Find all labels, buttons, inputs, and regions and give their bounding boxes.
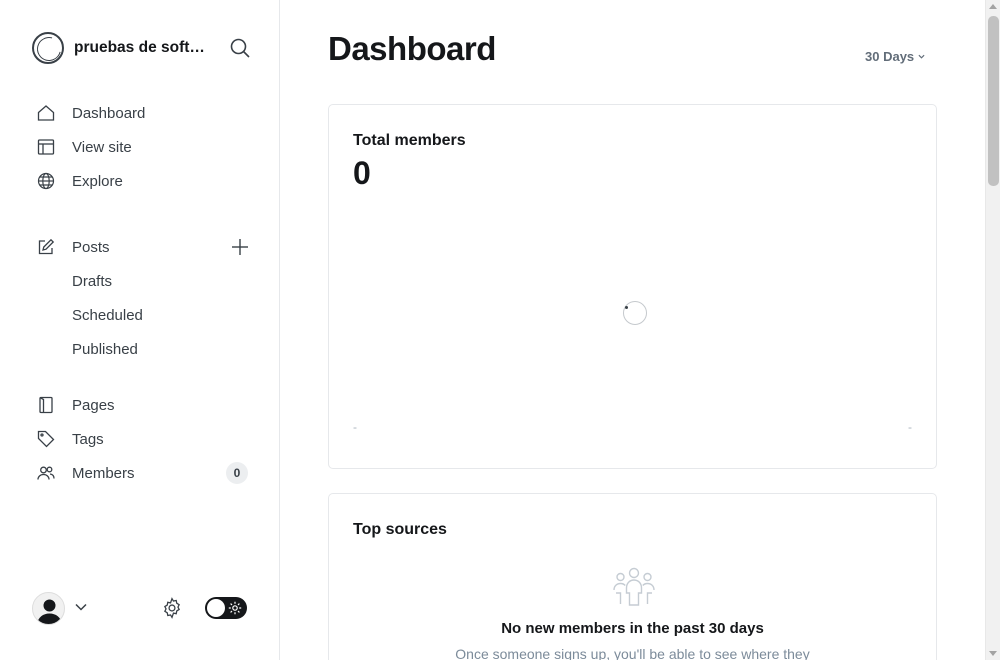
sidebar: pruebas de software Dashboard View site … xyxy=(0,0,280,660)
nav-label: Published xyxy=(72,340,138,358)
secondary-nav: Pages Tags Members 0 xyxy=(32,388,252,490)
posts-nav: Posts Drafts Scheduled Published xyxy=(32,230,252,366)
main-content: Dashboard 30 Days Total members 0 - - To… xyxy=(280,0,985,660)
nav-item-explore[interactable]: Explore xyxy=(32,164,252,198)
page-title: Dashboard xyxy=(328,30,496,67)
toggle-knob xyxy=(207,599,225,617)
nav-item-drafts[interactable]: Drafts xyxy=(32,264,252,298)
nav-item-published[interactable]: Published xyxy=(32,332,252,366)
chart-axis-start: - xyxy=(353,420,357,434)
primary-nav: Dashboard View site Explore xyxy=(32,96,252,198)
nav-item-pages[interactable]: Pages xyxy=(32,388,252,422)
loading-spinner xyxy=(623,301,647,325)
nav-label: Posts xyxy=(72,238,110,256)
scroll-thumb[interactable] xyxy=(988,16,999,186)
total-members-card: Total members 0 - - xyxy=(328,104,937,469)
members-count-badge: 0 xyxy=(226,462,248,484)
sun-icon xyxy=(228,601,242,615)
nav-item-members[interactable]: Members 0 xyxy=(32,456,252,490)
date-range-select[interactable]: 30 Days xyxy=(865,49,925,64)
total-members-value: 0 xyxy=(353,155,371,191)
layout-icon xyxy=(36,137,56,157)
nav-label: Explore xyxy=(72,172,123,190)
nav-label: Dashboard xyxy=(72,104,146,122)
home-icon xyxy=(36,103,56,123)
nav-label: Members xyxy=(72,464,135,482)
add-post-icon[interactable] xyxy=(230,237,250,257)
search-icon[interactable] xyxy=(228,36,252,60)
members-icon xyxy=(36,463,56,483)
theme-toggle[interactable] xyxy=(205,597,247,619)
nav-item-scheduled[interactable]: Scheduled xyxy=(32,298,252,332)
chevron-down-icon xyxy=(918,54,925,59)
sidebar-footer xyxy=(32,590,248,626)
empty-state-title: No new members in the past 30 days xyxy=(501,620,764,637)
card-title: Total members xyxy=(353,132,466,149)
nav-item-tags[interactable]: Tags xyxy=(32,422,252,456)
top-sources-card: Top sources No new members in the past 3… xyxy=(328,493,937,660)
nav-item-posts[interactable]: Posts xyxy=(32,230,252,264)
chart-axis-end: - xyxy=(908,420,912,434)
nav-label: Pages xyxy=(72,396,115,414)
site-logo xyxy=(32,32,64,64)
scroll-down-arrow-icon[interactable] xyxy=(989,651,997,656)
nav-label: Scheduled xyxy=(72,306,143,324)
site-title: pruebas de software xyxy=(74,39,206,56)
nav-label: Tags xyxy=(72,430,104,448)
nav-label: Drafts xyxy=(72,272,113,290)
nav-item-view-site[interactable]: View site xyxy=(32,130,252,164)
empty-state-description: Once someone signs up, you'll be able to… xyxy=(455,646,810,660)
nav-label: View site xyxy=(72,138,132,156)
vertical-scrollbar[interactable] xyxy=(985,0,1000,660)
globe-icon xyxy=(36,171,56,191)
user-silhouette-icon xyxy=(37,599,62,624)
pencil-icon xyxy=(36,237,56,257)
card-title: Top sources xyxy=(353,521,447,538)
members-group-icon xyxy=(613,567,655,606)
date-range-label: 30 Days xyxy=(865,49,915,64)
gear-icon[interactable] xyxy=(161,597,183,619)
site-brand[interactable]: pruebas de software xyxy=(32,32,252,64)
nav-item-dashboard[interactable]: Dashboard xyxy=(32,96,252,130)
avatar[interactable] xyxy=(32,592,65,625)
tag-icon xyxy=(36,429,56,449)
chevron-down-icon[interactable] xyxy=(74,600,88,614)
scroll-up-arrow-icon[interactable] xyxy=(989,4,997,9)
page-icon xyxy=(36,395,56,415)
